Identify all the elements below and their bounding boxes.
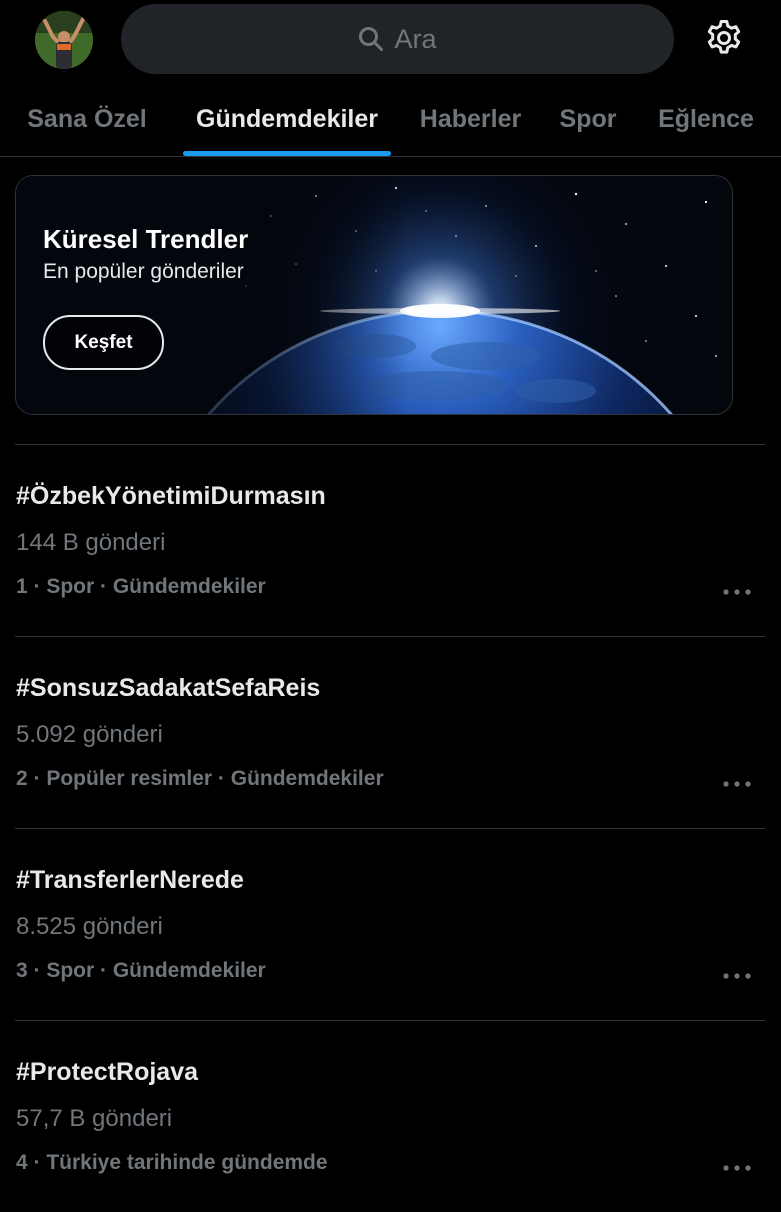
- trend-name: #ProtectRojava: [16, 1058, 199, 1086]
- search-placeholder: Ara: [394, 23, 437, 54]
- trend-item[interactable]: #ÖzbekYönetimiDurmasın 144 B gönderi 1 ·…: [0, 446, 781, 636]
- explore-button[interactable]: Keşfet: [43, 315, 164, 370]
- trend-item[interactable]: #SonsuzSadakatSefaReis 5.092 gönderi 2 ·…: [0, 638, 781, 828]
- trend-post-count: 5.092 gönderi: [16, 721, 163, 748]
- trend-post-count: 8.525 gönderi: [16, 913, 163, 940]
- avatar[interactable]: [35, 11, 93, 69]
- banner-title: Küresel Trendler: [43, 224, 249, 254]
- more-icon[interactable]: [720, 968, 754, 984]
- more-icon[interactable]: [720, 584, 754, 600]
- trend-item[interactable]: #ProtectRojava 57,7 B gönderi 4 · Türkiy…: [0, 1022, 781, 1212]
- tab-bar: Sana Özel Gündemdekiler Haberler Spor Eğ…: [0, 82, 781, 157]
- tab-entertainment[interactable]: Eğlence: [648, 82, 764, 156]
- divider: [15, 828, 765, 829]
- banner-subtitle: En popüler gönderiler: [43, 260, 244, 283]
- tab-for-you[interactable]: Sana Özel: [14, 82, 160, 156]
- trend-meta: 2 · Popüler resimler · Gündemdekiler: [16, 767, 384, 790]
- active-tab-indicator: [183, 151, 391, 156]
- divider: [15, 636, 765, 637]
- trend-meta: 3 · Spor · Gündemdekiler: [16, 959, 266, 982]
- trend-post-count: 57,7 B gönderi: [16, 1105, 173, 1132]
- tab-news[interactable]: Haberler: [410, 82, 531, 156]
- trend-item[interactable]: #TransferlerNerede 8.525 gönderi 3 · Spo…: [0, 830, 781, 1020]
- trend-meta: 4 · Türkiye tarihinde gündemde: [16, 1151, 328, 1174]
- trend-meta: 1 · Spor · Gündemdekiler: [16, 575, 266, 598]
- trend-name: #ÖzbekYönetimiDurmasın: [16, 482, 326, 510]
- search-icon: [358, 26, 384, 52]
- global-trends-banner[interactable]: Küresel Trendler En popüler gönderiler K…: [15, 175, 733, 415]
- search-input[interactable]: Ara: [121, 4, 674, 74]
- trend-name: #SonsuzSadakatSefaReis: [16, 674, 321, 702]
- earth-image: [16, 176, 732, 414]
- more-icon[interactable]: [720, 1160, 754, 1176]
- trend-name: #TransferlerNerede: [16, 866, 244, 894]
- trend-post-count: 144 B gönderi: [16, 529, 166, 556]
- tab-sports[interactable]: Spor: [548, 82, 628, 156]
- gear-icon[interactable]: [704, 18, 744, 58]
- more-icon[interactable]: [720, 776, 754, 792]
- divider: [15, 1020, 765, 1021]
- divider: [15, 444, 765, 445]
- tab-trending[interactable]: Gündemdekiler: [183, 82, 391, 156]
- top-bar: Ara: [0, 0, 781, 80]
